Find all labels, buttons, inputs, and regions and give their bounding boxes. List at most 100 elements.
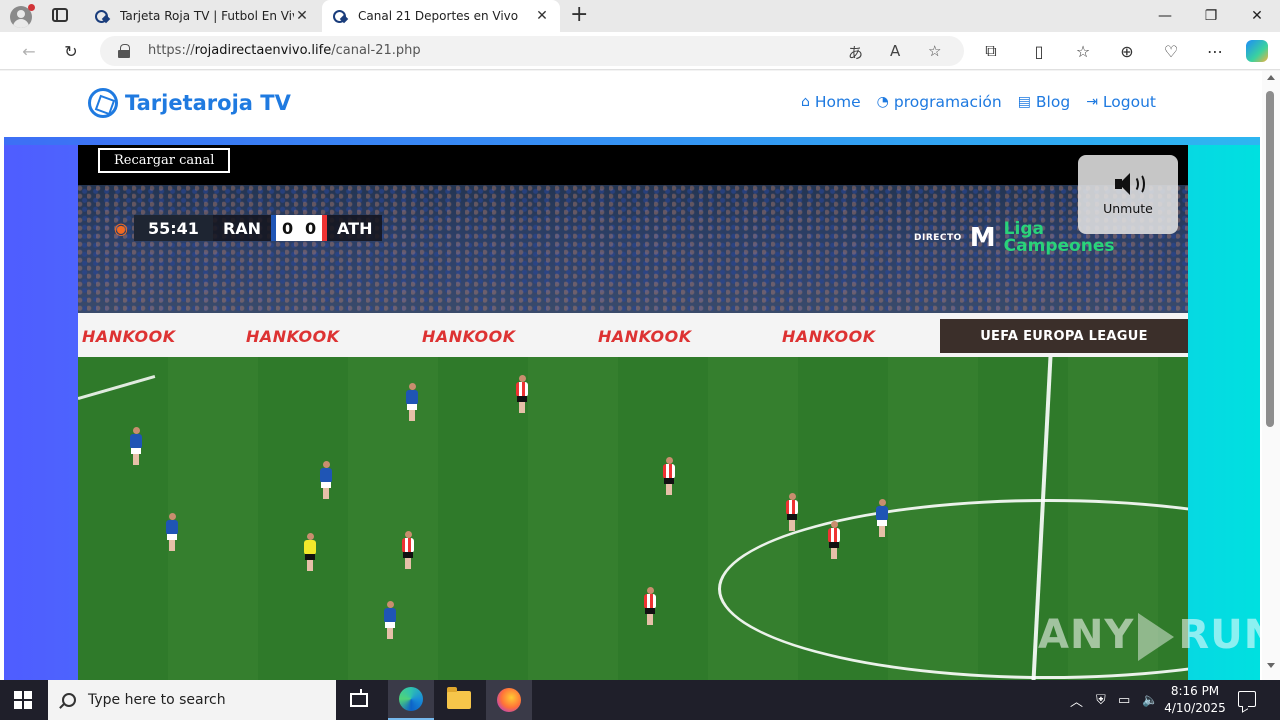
uefa-logo-icon: ◉ bbox=[114, 218, 128, 238]
network-icon[interactable]: ▭ bbox=[1118, 680, 1130, 720]
speaker-icon bbox=[1113, 173, 1145, 195]
minimize-window-icon[interactable]: — bbox=[1142, 0, 1188, 32]
read-aloud-icon[interactable]: A bbox=[890, 42, 900, 60]
player-figure bbox=[384, 601, 396, 639]
player-figure bbox=[304, 533, 316, 571]
movistar-logo: M bbox=[969, 223, 996, 253]
task-view-icon bbox=[350, 689, 368, 707]
new-tab-plus-icon[interactable]: + bbox=[570, 4, 588, 26]
sponsor-board: HANKOOK bbox=[782, 327, 876, 346]
show-hidden-icons-chevron-icon[interactable]: ︿ bbox=[1070, 680, 1083, 720]
copilot-icon[interactable] bbox=[1246, 40, 1268, 62]
clock-date: 4/10/2025 bbox=[1164, 701, 1226, 715]
scroll-down-icon[interactable] bbox=[1267, 663, 1275, 668]
translate-icon[interactable]: あ bbox=[848, 42, 863, 63]
browser-essentials-icon[interactable]: ♡ bbox=[1160, 40, 1182, 62]
tab-tarjeta-roja[interactable]: Tarjeta Roja TV | Futbol En Vivo - Ta ✕ bbox=[84, 0, 320, 32]
anyrun-watermark: ANY RUN bbox=[1038, 612, 1278, 661]
player-figure bbox=[663, 457, 675, 495]
newspaper-icon: ▤ bbox=[1017, 94, 1031, 110]
page-scrollbar[interactable] bbox=[1262, 71, 1280, 680]
home-icon: ⌂ bbox=[801, 94, 810, 110]
search-icon bbox=[62, 693, 76, 707]
player-figure bbox=[166, 513, 178, 551]
favorites-list-icon[interactable]: ☆ bbox=[1072, 40, 1094, 62]
favorite-star-icon[interactable]: ☆ bbox=[928, 42, 941, 60]
nav-blog[interactable]: ▤ Blog bbox=[1018, 93, 1071, 111]
nav-programacion[interactable]: ◔ programación bbox=[877, 93, 1002, 111]
taskbar-search-box[interactable]: Type here to search bbox=[48, 680, 336, 720]
home-team: RAN bbox=[212, 215, 272, 241]
aperture-logo-icon bbox=[88, 88, 118, 118]
tab-title: Tarjeta Roja TV | Futbol En Vivo - Ta bbox=[120, 9, 294, 23]
collections-icon[interactable]: ⊕ bbox=[1116, 40, 1138, 62]
sponsor-board: HANKOOK bbox=[422, 327, 516, 346]
scrollbar-thumb[interactable] bbox=[1266, 91, 1274, 427]
address-bar[interactable]: https://rojadirectaenvivo.life/canal-21.… bbox=[100, 36, 964, 66]
reload-channel-button[interactable]: Recargar canal bbox=[98, 148, 231, 173]
volume-icon[interactable]: 🔈 bbox=[1142, 680, 1158, 720]
match-clock: 55:41 bbox=[134, 215, 213, 241]
player-section: Recargar canal HANKOOK HANKOOK HANKOOK H… bbox=[4, 137, 1260, 680]
unmute-button[interactable]: Unmute bbox=[1078, 155, 1178, 234]
lock-icon[interactable] bbox=[118, 44, 130, 58]
player-figure bbox=[828, 521, 840, 559]
browser-tab-strip: Tarjeta Roja TV | Futbol En Vivo - Ta ✕ … bbox=[0, 0, 1280, 32]
taskbar-firefox[interactable] bbox=[486, 680, 532, 720]
pitch-line bbox=[78, 375, 156, 400]
address-url[interactable]: https://rojadirectaenvivo.life/canal-21.… bbox=[148, 43, 421, 58]
site-favicon-icon bbox=[94, 8, 110, 24]
folder-icon bbox=[447, 687, 471, 709]
video-stream[interactable]: HANKOOK HANKOOK HANKOOK HANKOOK HANKOOK … bbox=[78, 185, 1188, 680]
close-tab-icon[interactable]: ✕ bbox=[534, 8, 550, 24]
security-icon[interactable]: ⛨ bbox=[1096, 680, 1106, 720]
site-logo-text: Tarjetaroja TV bbox=[125, 91, 291, 115]
taskbar-edge[interactable] bbox=[388, 680, 434, 720]
player-figure bbox=[406, 383, 418, 421]
player-figure bbox=[786, 493, 798, 531]
back-arrow-icon[interactable]: ← bbox=[18, 40, 40, 62]
taskbar-file-explorer[interactable] bbox=[436, 680, 482, 720]
advertising-boards: HANKOOK HANKOOK HANKOOK HANKOOK HANKOOK … bbox=[78, 313, 1188, 359]
restore-window-icon[interactable]: ❐ bbox=[1188, 0, 1234, 32]
player-figure bbox=[876, 499, 888, 537]
tab-actions-icon[interactable] bbox=[52, 8, 68, 22]
notifications-icon[interactable] bbox=[1238, 691, 1256, 707]
away-team: ATH bbox=[327, 215, 383, 241]
scoreboard: ◉ 55:41 RAN 0 0 ATH bbox=[108, 215, 383, 241]
player-figure bbox=[402, 531, 414, 569]
reload-icon[interactable]: ↻ bbox=[60, 40, 82, 62]
scroll-up-icon[interactable] bbox=[1267, 75, 1275, 80]
football-pitch bbox=[78, 357, 1188, 680]
close-tab-icon[interactable]: ✕ bbox=[294, 8, 310, 24]
profile-notification-dot bbox=[28, 4, 35, 11]
play-icon bbox=[1138, 613, 1175, 661]
browser-toolbar: ← ↻ https://rojadirectaenvivo.life/canal… bbox=[0, 32, 1280, 70]
split-screen-icon[interactable]: ▯ bbox=[1028, 40, 1050, 62]
video-player[interactable]: Recargar canal HANKOOK HANKOOK HANKOOK H… bbox=[78, 145, 1188, 680]
windows-taskbar: Type here to search ︿ ⛨ ▭ 🔈 8:16 PM 4/10… bbox=[0, 680, 1280, 720]
sponsor-board: HANKOOK bbox=[246, 327, 340, 346]
nav-home[interactable]: ⌂ Home bbox=[801, 93, 861, 111]
site-logo[interactable]: Tarjetaroja TV bbox=[88, 88, 291, 118]
league-board: UEFA EUROPA LEAGUE bbox=[940, 319, 1188, 353]
edge-icon bbox=[399, 687, 423, 711]
live-indicator: DIRECTO bbox=[914, 233, 962, 243]
close-window-icon[interactable]: ✕ bbox=[1234, 0, 1280, 32]
firefox-icon bbox=[497, 688, 521, 712]
player-figure bbox=[320, 461, 332, 499]
nav-logout[interactable]: ⇥ Logout bbox=[1086, 93, 1156, 111]
system-clock[interactable]: 8:16 PM 4/10/2025 bbox=[1160, 683, 1230, 717]
search-placeholder: Type here to search bbox=[88, 692, 226, 708]
settings-more-icon[interactable]: ⋯ bbox=[1204, 40, 1226, 62]
task-view-button[interactable] bbox=[336, 680, 382, 720]
windows-start-icon[interactable] bbox=[14, 691, 32, 709]
tab-canal-21[interactable]: Canal 21 Deportes en Vivo ✕ bbox=[322, 0, 560, 32]
tachometer-icon: ◔ bbox=[876, 94, 889, 110]
sign-out-icon: ⇥ bbox=[1086, 94, 1098, 110]
home-score: 0 bbox=[271, 215, 300, 241]
extensions-puzzle-icon[interactable]: ⧉ bbox=[980, 40, 1002, 62]
gradient-band bbox=[4, 137, 1260, 145]
unmute-label: Unmute bbox=[1103, 201, 1153, 216]
player-figure bbox=[130, 427, 142, 465]
